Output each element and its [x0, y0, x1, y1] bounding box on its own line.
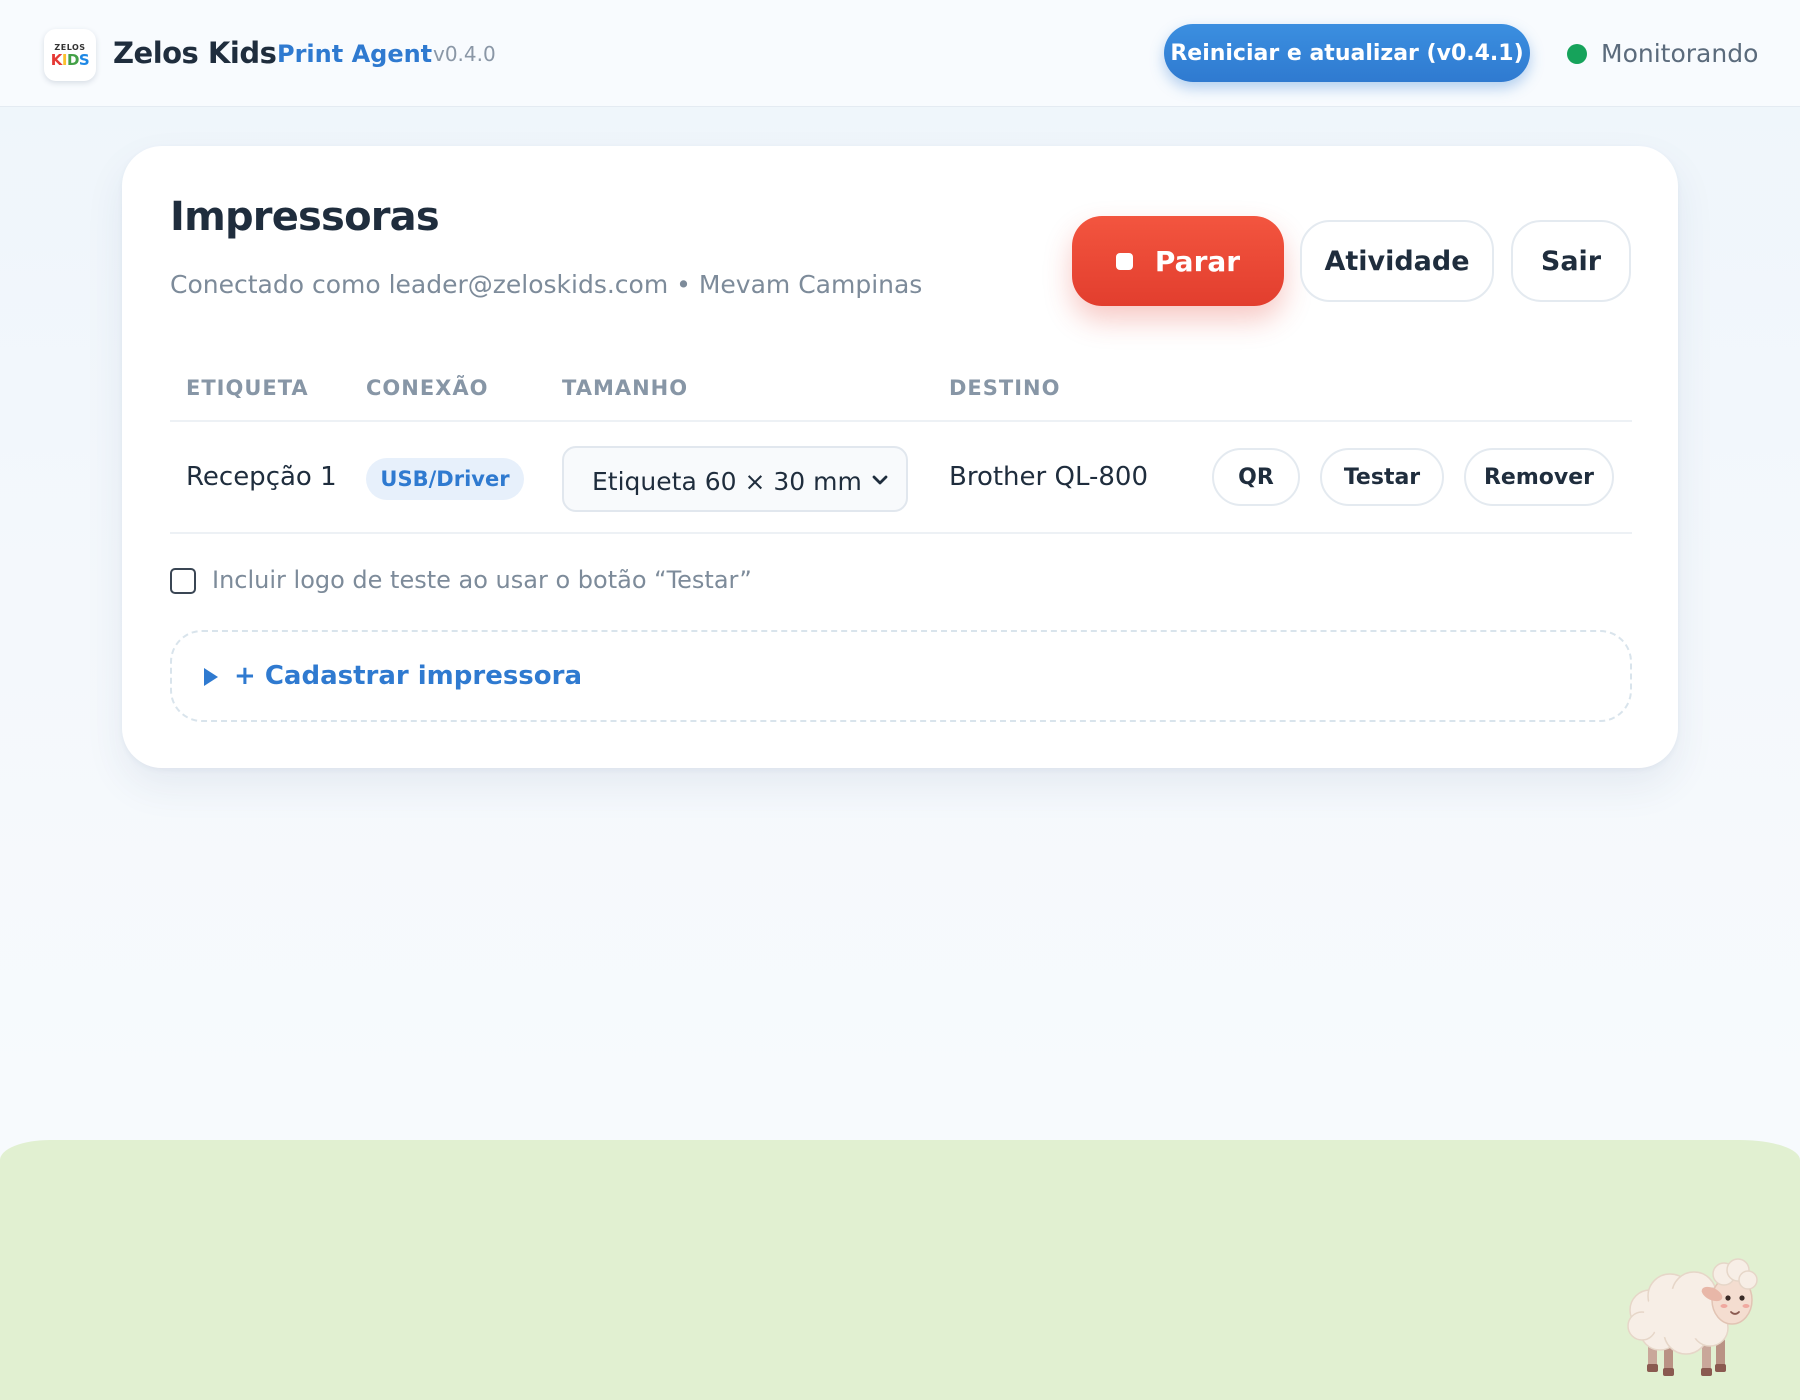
column-header-label: ETIQUETA — [186, 376, 309, 400]
register-printer-toggle[interactable]: + Cadastrar impressora — [170, 630, 1632, 722]
activity-button[interactable]: Atividade — [1300, 220, 1494, 302]
test-logo-checkbox-label: Incluir logo de teste ao usar o botão “T… — [212, 566, 752, 594]
table-divider — [170, 532, 1632, 534]
test-logo-checkbox[interactable] — [170, 568, 196, 594]
app-logo: ZELOS KIDS — [44, 29, 96, 81]
app-version: v0.4.0 — [433, 42, 496, 66]
printers-card: Impressoras Conectado como leader@zelosk… — [122, 146, 1678, 768]
grass-background — [0, 1140, 1800, 1400]
logout-button[interactable]: Sair — [1511, 220, 1631, 302]
status-indicator-icon — [1567, 44, 1587, 64]
chevron-down-icon — [872, 475, 888, 485]
stop-button[interactable]: Parar — [1072, 216, 1284, 306]
stop-square-icon — [1115, 252, 1133, 270]
status-text: Monitorando — [1601, 39, 1759, 68]
column-header-connection: CONEXÃO — [366, 376, 489, 400]
sheep-icon — [1627, 1258, 1758, 1376]
product-name: Print Agent — [277, 40, 433, 68]
connection-badge: USB/Driver — [366, 458, 524, 500]
column-header-size: TAMANHO — [562, 376, 689, 400]
stop-button-label: Parar — [1154, 244, 1241, 278]
page-title: Impressoras — [170, 194, 440, 240]
brand-name: Zelos Kids — [113, 36, 277, 70]
printer-destination: Brother QL-800 — [949, 462, 1148, 492]
triangle-right-icon — [204, 668, 218, 686]
logo-bottom-text: KIDS — [50, 50, 90, 69]
label-size-select[interactable]: Etiqueta 60 × 30 mm — [562, 446, 908, 512]
table-divider — [170, 420, 1632, 422]
app-header: ZELOS KIDS Zelos Kids Print Agent v0.4.0… — [0, 0, 1800, 107]
connection-info: Conectado como leader@zeloskids.com • Me… — [170, 270, 923, 299]
remove-button[interactable]: Remover — [1464, 448, 1614, 506]
restart-update-button[interactable]: Reiniciar e atualizar (v0.4.1) — [1164, 24, 1530, 82]
qr-button[interactable]: QR — [1212, 448, 1300, 506]
test-button[interactable]: Testar — [1320, 448, 1444, 506]
label-size-value: Etiqueta 60 × 30 mm — [592, 467, 862, 496]
column-header-destination: DESTINO — [949, 376, 1061, 400]
printer-label: Recepção 1 — [186, 462, 337, 492]
register-printer-label: + Cadastrar impressora — [234, 661, 583, 691]
